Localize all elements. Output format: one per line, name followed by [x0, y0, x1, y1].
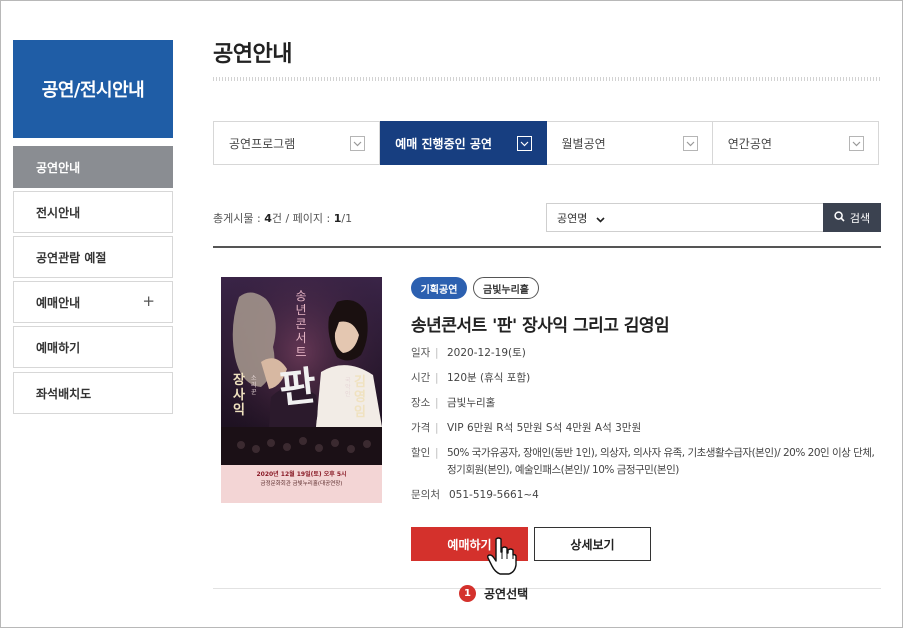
info-value: 120분 (휴식 포함) [447, 372, 531, 384]
sidebar-title: 공연/전시안내 [13, 40, 173, 138]
poster-role-left: 소리꾼 [251, 375, 257, 396]
search-type-select[interactable]: 공연명 [546, 203, 612, 232]
event-title[interactable]: 송년콘서트 '판' 장사익 그리고 김영임 [411, 311, 670, 336]
total-value: 4 [264, 212, 272, 225]
search-button-label: 검색 [849, 211, 871, 225]
list-bottom-divider [213, 588, 881, 589]
discount-line-1: 50% 국가유공자, 장애인(동반 1인), 의상자, 의사자 유족, 기초생활… [447, 447, 875, 459]
page-label: / 페이지 : [281, 212, 334, 225]
result-count: 총게시물 : 4건 / 페이지 : 1/1 [213, 210, 352, 226]
poster-date: 2020년 12월 19일(토) 오후 5시 [256, 471, 347, 478]
total-label: 총게시물 : [213, 212, 265, 225]
sidebar-item-performance-info[interactable]: 공연안내 [13, 146, 173, 188]
sidebar-item-label: 공연안내 [36, 160, 81, 175]
info-value: 금빛누리홀 [447, 397, 496, 409]
poster-name-left: 장사익 [233, 373, 245, 418]
info-row-date: 일자 | 2020-12-19(토) [411, 345, 526, 362]
info-key: 할인 [411, 447, 431, 459]
tab-now-booking[interactable]: 예매 진행중인 공연 [380, 121, 547, 165]
category-badge: 기획공연 [411, 277, 467, 299]
title-divider [213, 77, 881, 81]
hand-pointer-icon [487, 536, 517, 576]
info-key: 시간 [411, 372, 431, 384]
info-key: 가격 [411, 422, 431, 434]
info-value: VIP 6만원 R석 5만원 S석 4만원 A석 3만원 [447, 422, 642, 434]
chevron-down-icon [682, 136, 698, 151]
info-key: 장소 [411, 397, 431, 409]
venue-badge: 금빛누리홀 [473, 277, 539, 299]
info-separator: | [435, 422, 439, 434]
info-row-contact: 문의처 051-519-5661~4 [411, 487, 539, 504]
page-title: 공연안내 [213, 42, 292, 67]
tab-program[interactable]: 공연프로그램 [213, 121, 381, 165]
tab-yearly[interactable]: 연간공연 [712, 121, 879, 165]
event-poster[interactable]: 송년콘서트 판 장사익 소리꾼 김영임 국악인 2020년 12월 19일(토)… [221, 277, 382, 503]
sidebar-item-exhibition-info[interactable]: 전시안내 [13, 191, 173, 233]
info-value: 50% 국가유공자, 장애인(동반 1인), 의상자, 의사자 유족, 기초생활… [447, 445, 887, 479]
tab-monthly[interactable]: 월별공연 [546, 121, 713, 165]
info-separator: | [435, 372, 439, 384]
poster-title: 송년콘서트 [295, 289, 307, 359]
sidebar-item-label: 좌석배치도 [36, 386, 92, 401]
tab-label: 연간공연 [727, 136, 772, 151]
search-type-value: 공연명 [557, 211, 588, 225]
poster-name-right: 김영임 [354, 375, 366, 420]
info-separator: | [435, 347, 439, 359]
total-unit: 건 [271, 212, 282, 225]
expand-plus-icon[interactable]: + [142, 292, 155, 310]
category-tabs: 공연프로그램 예매 진행중인 공연 월별공연 연간공연 [213, 121, 879, 165]
tab-label: 월별공연 [561, 136, 606, 151]
info-key: 문의처 [411, 489, 440, 501]
page-total: /1 [341, 212, 353, 225]
list-top-divider [213, 246, 881, 248]
step-label: 공연선택 [484, 587, 529, 601]
chevron-down-icon [516, 136, 532, 151]
poster-venue: 금정문화회관 금빛누리홀(대공연장) [260, 481, 343, 487]
step-number-badge: 1 [459, 585, 476, 602]
sidebar-item-booking[interactable]: 예매하기 [13, 326, 173, 368]
chevron-down-icon [849, 136, 864, 151]
info-value: 051-519-5661~4 [449, 489, 539, 501]
tab-label: 예매 진행중인 공연 [395, 136, 492, 151]
search-button[interactable]: 검색 [823, 203, 881, 232]
tab-label: 공연프로그램 [229, 136, 296, 151]
info-row-time: 시간 | 120분 (휴식 포함) [411, 370, 530, 387]
info-row-venue: 장소 | 금빛누리홀 [411, 395, 495, 412]
detail-button[interactable]: 상세보기 [534, 527, 651, 561]
sidebar-item-etiquette[interactable]: 공연관람 예절 [13, 236, 173, 278]
sidebar-item-label: 전시안내 [36, 205, 81, 220]
info-row-price: 가격 | VIP 6만원 R석 5만원 S석 4만원 A석 3만원 [411, 420, 641, 437]
search-icon [834, 210, 845, 225]
info-value: 2020-12-19(토) [447, 347, 526, 359]
sidebar-item-label: 예매하기 [36, 340, 81, 355]
info-row-discount: 할인 | 50% 국가유공자, 장애인(동반 1인), 의상자, 의사자 유족, … [411, 445, 887, 479]
info-separator: | [435, 447, 439, 459]
sidebar-item-label: 공연관람 예절 [36, 250, 107, 265]
info-separator: | [435, 397, 439, 409]
poster-big-char: 판 [277, 362, 319, 413]
poster-role-right: 국악인 [345, 377, 351, 398]
chevron-down-icon [350, 136, 366, 151]
search-input[interactable] [611, 203, 824, 232]
discount-line-2: 정기회원(본인), 예술인패스(본인)/ 10% 금정구민(본인) [447, 464, 679, 476]
sidebar-item-booking-guide[interactable]: 예매안내 + [13, 281, 173, 323]
sidebar-item-seating-chart[interactable]: 좌석배치도 [13, 372, 173, 414]
dropdown-arrow-icon [596, 213, 605, 226]
sidebar-item-label: 예매안내 [36, 295, 81, 310]
info-key: 일자 [411, 347, 431, 359]
